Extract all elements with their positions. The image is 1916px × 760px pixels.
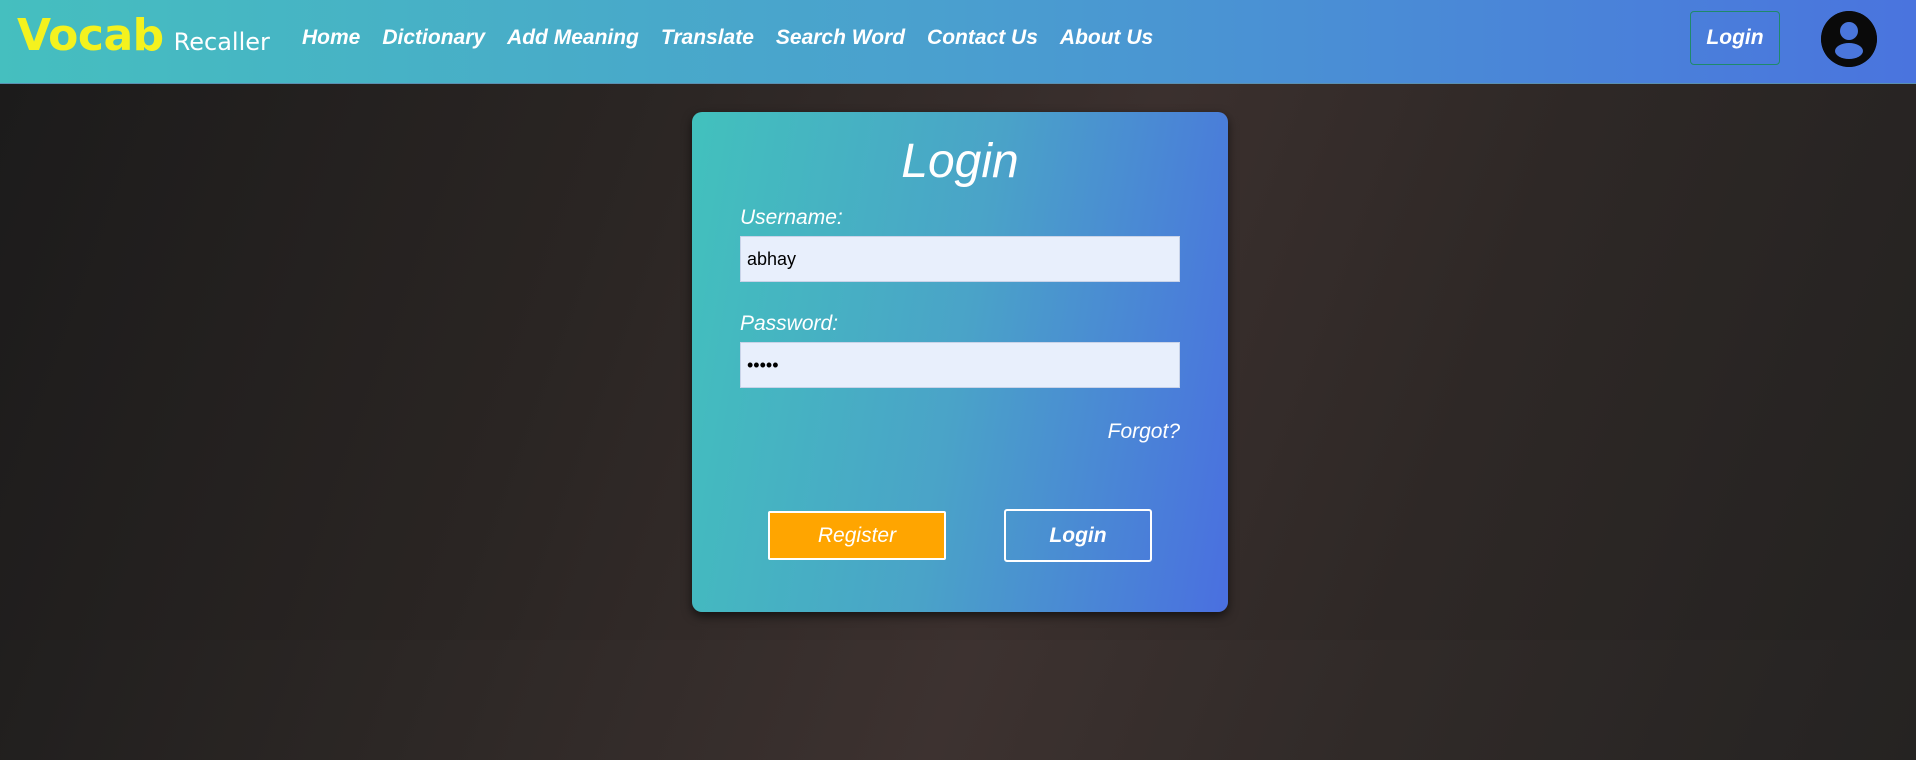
user-circle-icon xyxy=(1821,11,1877,67)
nav-link-contact-us[interactable]: Contact Us xyxy=(927,26,1038,50)
nav-link-add-meaning[interactable]: Add Meaning xyxy=(507,26,639,50)
nav-link-about-us[interactable]: About Us xyxy=(1060,26,1153,50)
nav-link-search-word[interactable]: Search Word xyxy=(776,26,905,50)
nav-links: Home Dictionary Add Meaning Translate Se… xyxy=(302,26,1175,50)
login-card: Login Username: Password: Forgot? Regist… xyxy=(692,112,1228,612)
user-avatar[interactable] xyxy=(1821,11,1877,67)
brand-main-text: Vocab xyxy=(17,10,164,61)
brand-logo[interactable]: Vocab Recaller xyxy=(17,10,270,61)
forgot-password-link[interactable]: Forgot? xyxy=(1108,420,1180,444)
password-label: Password: xyxy=(740,312,839,335)
nav-link-dictionary[interactable]: Dictionary xyxy=(382,26,485,50)
username-input[interactable] xyxy=(740,236,1180,282)
nav-login-button[interactable]: Login xyxy=(1690,11,1780,65)
password-input[interactable] xyxy=(740,342,1180,388)
brand-sub-text: Recaller xyxy=(173,28,270,56)
nav-link-home[interactable]: Home xyxy=(302,26,360,50)
username-label: Username: xyxy=(740,206,843,229)
login-submit-button[interactable]: Login xyxy=(1004,509,1152,562)
nav-link-translate[interactable]: Translate xyxy=(661,26,754,50)
top-navbar: Vocab Recaller Home Dictionary Add Meani… xyxy=(0,0,1916,84)
register-button[interactable]: Register xyxy=(768,511,946,560)
login-title: Login xyxy=(901,135,1019,188)
